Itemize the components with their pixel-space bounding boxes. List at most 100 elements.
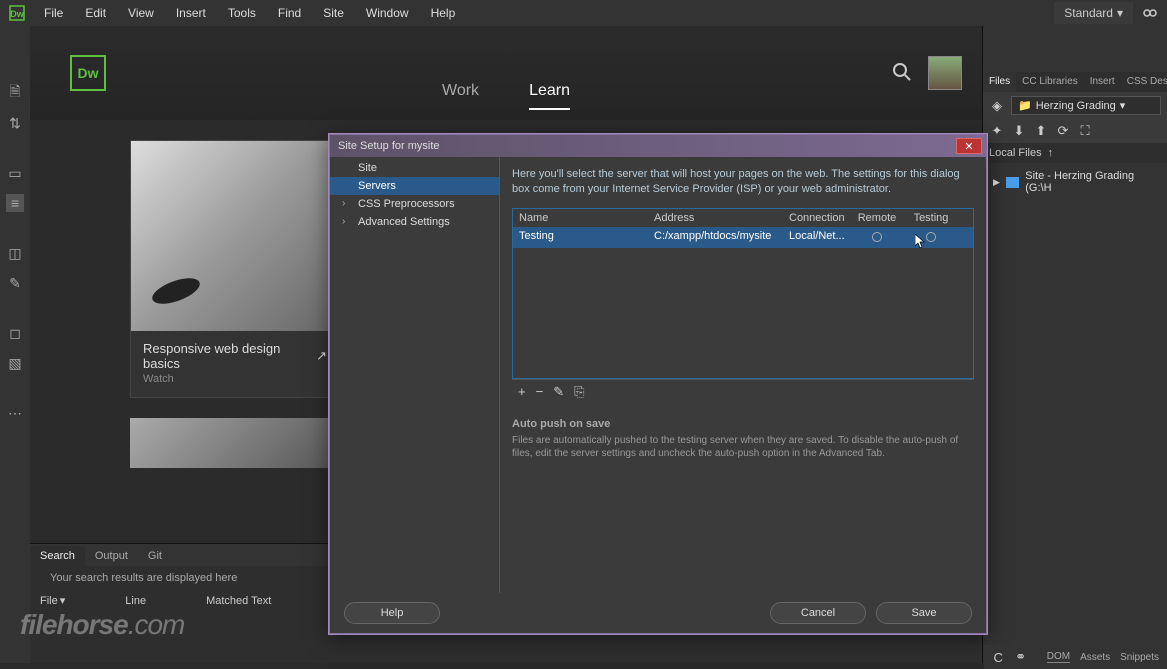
menu-site[interactable]: Site [313,2,354,24]
left-toolbar: 🗎 ⇅ ▭ ≡ ◫ ✎ ◻ ▧ ⋯ [0,26,30,663]
expand-icon[interactable]: ⛶ [1077,123,1093,139]
table-toolbar: + − ✎ ⎘ [512,379,974,404]
workspace-selector[interactable]: Standard ▾ [1054,2,1133,24]
col-file[interactable]: File [40,595,58,607]
search-icon[interactable] [892,62,912,85]
menu-find[interactable]: Find [268,2,311,24]
panel-tab-output[interactable]: Output [85,546,138,566]
tool-pointer-icon[interactable]: ▭ [6,164,24,182]
site-selector[interactable]: 📁 Herzing Grading ▾ [1011,96,1161,115]
site-setup-dialog: Site Setup for mysite ✕ Site Servers ›CS… [329,134,987,634]
tool-lines-icon[interactable]: ≡ [6,194,24,212]
col-header-testing[interactable]: Testing [901,212,961,224]
col-header-connection[interactable]: Connection [789,212,853,224]
tool-more-icon[interactable]: ⋯ [6,404,24,422]
panel-tab-search[interactable]: Search [30,546,85,566]
col-matched[interactable]: Matched Text [206,594,271,607]
right-panel: Files CC Libraries Insert CSS Des ◈ 📁 He… [982,26,1167,663]
rtab-files[interactable]: Files [983,72,1016,92]
sidebar-item-advanced[interactable]: ›Advanced Settings [330,213,499,231]
menu-insert[interactable]: Insert [166,2,216,24]
btab-dom[interactable]: DOM [1047,651,1070,663]
cancel-button[interactable]: Cancel [770,602,866,624]
define-site-icon[interactable]: ◈ [989,98,1005,114]
rtab-insert[interactable]: Insert [1084,72,1121,92]
user-avatar[interactable] [928,56,962,90]
server-table: Name Address Connection Remote Testing T… [512,208,974,379]
sidebar-item-servers[interactable]: Servers [330,177,499,195]
help-button[interactable]: Help [344,602,440,624]
magic-wand-icon[interactable]: ✦ [989,123,1005,139]
folder-icon [1006,177,1019,188]
autopush-title: Auto push on save [512,418,974,430]
add-server-button[interactable]: + [518,384,526,399]
menu-file[interactable]: File [34,2,73,24]
tutorial-card[interactable]: Responsive web design basics ↗ Watch [130,140,340,398]
tutorial-card-2[interactable] [130,418,340,468]
btab-assets[interactable]: Assets [1080,652,1110,663]
tool-updown-icon[interactable]: ⇅ [6,114,24,132]
site-name: Herzing Grading [1036,100,1116,112]
local-files-header[interactable]: Local Files [989,147,1042,159]
svg-text:Dw: Dw [10,9,24,19]
autopush-text: Files are automatically pushed to the te… [512,434,974,460]
close-button[interactable]: ✕ [956,138,982,154]
tool-comment-icon[interactable]: ◻ [6,324,24,342]
cell-connection: Local/Net... [789,230,853,245]
menu-window[interactable]: Window [356,2,419,24]
col-header-address[interactable]: Address [654,212,789,224]
tutorial-subtitle: Watch [131,373,339,397]
site-root-item[interactable]: ▶ Site - Herzing Grading (G:\H [987,167,1163,197]
download-icon[interactable]: ⬇ [1011,123,1027,139]
file-list: ▶ Site - Herzing Grading (G:\H [983,163,1167,663]
tool-edit-icon[interactable]: ✎ [6,274,24,292]
dialog-sidebar: Site Servers ›CSS Preprocessors ›Advance… [330,157,500,593]
chevron-down-icon: ▾ [1120,99,1126,112]
tutorial-title: Responsive web design basics [143,341,310,371]
cell-testing-radio[interactable] [901,230,961,245]
expand-icon: › [342,216,345,227]
tutorial-thumbnail [131,141,339,331]
panel-tab-git[interactable]: Git [138,546,172,566]
btab-snippets[interactable]: Snippets [1120,652,1159,663]
dialog-titlebar[interactable]: Site Setup for mysite ✕ [330,135,986,157]
settings-icon[interactable] [1141,4,1159,22]
dialog-content: Here you'll select the server that will … [500,157,986,593]
description-text: Here you'll select the server that will … [512,167,974,198]
menu-view[interactable]: View [118,2,164,24]
workspace-label: Standard [1064,6,1113,20]
save-button[interactable]: Save [876,602,972,624]
duplicate-server-button[interactable]: ⎘ [574,384,584,400]
rtab-cssdesigner[interactable]: CSS Des [1121,72,1167,92]
dialog-title: Site Setup for mysite [338,140,440,152]
menu-tools[interactable]: Tools [218,2,266,24]
tool-document-icon[interactable]: 🗎 [6,84,24,102]
sort-up-icon: ↑ [1048,147,1054,159]
dialog-footer: Help Cancel Save [330,593,986,633]
cell-remote-radio[interactable] [853,230,901,245]
col-line[interactable]: Line [125,594,146,607]
tab-work[interactable]: Work [442,74,479,110]
refresh-icon[interactable]: C [992,649,1004,665]
sidebar-item-site[interactable]: Site [330,159,499,177]
chevron-down-icon: ▾ [1117,6,1123,20]
table-row[interactable]: Testing C:/xampp/htdocs/mysite Local/Net… [513,227,973,248]
table-body-empty [513,248,973,378]
edit-server-button[interactable]: ✎ [553,384,564,400]
col-header-name[interactable]: Name [519,212,654,224]
menu-edit[interactable]: Edit [75,2,116,24]
upload-icon[interactable]: ⬆ [1033,123,1049,139]
menu-help[interactable]: Help [421,2,466,24]
link-icon[interactable]: ⚭ [1014,649,1026,665]
bottom-right-tabs: C ⚭ DOM Assets Snippets [984,645,1167,669]
tool-element-icon[interactable]: ◫ [6,244,24,262]
sidebar-item-css[interactable]: ›CSS Preprocessors [330,195,499,213]
tab-learn[interactable]: Learn [529,74,570,110]
expand-arrow-icon: ▶ [993,177,1000,188]
folder-icon: 📁 [1018,99,1032,112]
refresh-icon[interactable]: ⟳ [1055,123,1071,139]
remove-server-button[interactable]: − [536,384,544,399]
rtab-cclibraries[interactable]: CC Libraries [1016,72,1084,92]
tool-image-icon[interactable]: ▧ [6,354,24,372]
col-header-remote[interactable]: Remote [853,212,901,224]
